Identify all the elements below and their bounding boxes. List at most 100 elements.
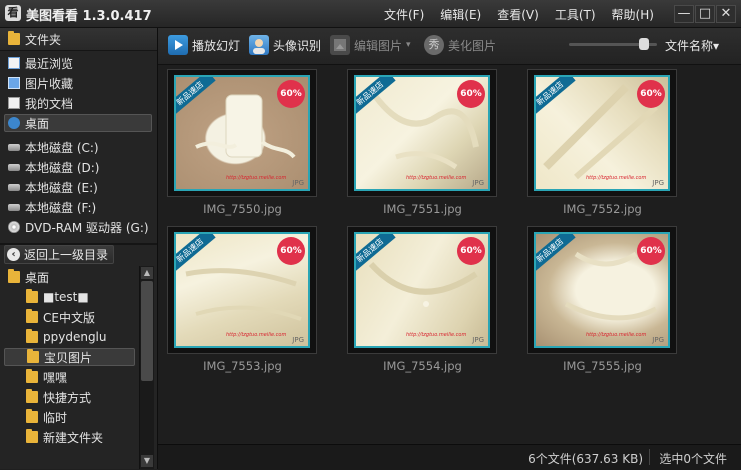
hard-disk-icon — [8, 163, 20, 171]
watermark-text: http://tzgtuo.meilie.com — [406, 175, 467, 181]
thumbnail-frame: 新品速店 60% http://tzgtuo.meilie.com JPG — [347, 226, 497, 354]
folder-icon — [26, 309, 38, 323]
slideshow-button[interactable]: 播放幻灯 — [168, 34, 240, 56]
app-logo-icon: 看 — [5, 5, 21, 21]
thumbnail-item[interactable]: 新品速店 60% http://tzgtuo.meilie.com JPG IM… — [338, 65, 497, 216]
menu-view[interactable]: 查看(V) — [489, 6, 547, 23]
sidebar-item-recent[interactable]: 最近浏览 — [8, 54, 73, 72]
app-title: 美图看看 1.3.0.417 — [26, 9, 152, 24]
back-arrow-icon: ‹ — [7, 248, 20, 261]
product-photo: 新品速店 60% http://tzgtuo.meilie.com JPG — [354, 232, 490, 348]
face-detect-button[interactable]: 头像识别 — [249, 34, 321, 56]
minimize-button[interactable]: — — [674, 5, 694, 23]
close-button[interactable]: ✕ — [716, 5, 736, 23]
recent-icon — [8, 57, 20, 69]
product-photo: 新品速店 60% http://tzgtuo.meilie.com JPG — [534, 232, 670, 348]
tree-item-label: 临时 — [43, 410, 68, 425]
beautify-label: 美化图片 — [448, 38, 497, 53]
back-up-button[interactable]: ‹ 返回上一级目录 — [4, 245, 114, 264]
product-photo: 新品速店 60% http://tzgtuo.meilie.com JPG — [174, 232, 310, 348]
tree-scrollbar[interactable]: ▲ ▼ — [139, 266, 154, 469]
maximize-button[interactable]: □ — [695, 5, 715, 23]
menu-tools[interactable]: 工具(T) — [547, 6, 604, 23]
thumbnail-frame: 新品速店 60% http://tzgtuo.meilie.com JPG — [347, 69, 497, 197]
sidebar: 文件夹 最近浏览 图片收藏 我的文档 桌面 本地磁盘 (C:) 本地磁盘 (D:… — [0, 28, 158, 469]
product-photo: 新品速店 60% http://tzgtuo.meilie.com JPG — [174, 75, 310, 191]
play-icon — [168, 35, 188, 55]
file-type-label: JPG — [292, 179, 304, 187]
menu-edit[interactable]: 编辑(E) — [432, 6, 489, 23]
hard-disk-icon — [8, 203, 20, 211]
tree-item-label: ppydenglu — [43, 330, 107, 344]
folder-icon — [26, 289, 38, 303]
sidebar-item-label: 最近浏览 — [25, 56, 74, 71]
tree-item[interactable]: 快捷方式 — [26, 388, 91, 406]
scroll-up-arrow-icon[interactable]: ▲ — [141, 267, 153, 279]
edit-image-icon — [330, 35, 350, 55]
file-name: IMG_7551.jpg — [383, 202, 462, 216]
back-up-label: 返回上一级目录 — [24, 248, 109, 262]
drive-label: DVD-RAM 驱动器 (G:) — [25, 220, 149, 235]
drive-d[interactable]: 本地磁盘 (D:) — [8, 158, 99, 176]
menu-bar: 文件(F) 编辑(E) 查看(V) 工具(T) 帮助(H) — [376, 6, 662, 23]
edit-image-button[interactable]: 编辑图片 ▾ — [330, 34, 411, 56]
thumbnail-item[interactable]: 新品速店 60% http://tzgtuo.meilie.com JPG IM… — [518, 222, 677, 373]
tree-item[interactable]: 新建文件夹 — [26, 428, 103, 446]
beautify-button[interactable]: 秀 美化图片 — [424, 34, 496, 56]
sidebar-item-documents[interactable]: 我的文档 — [8, 94, 73, 112]
folder-tree: 桌面 ■test■ CE中文版 ppydenglu 宝贝图片 嘿嘿 快捷方式 临… — [0, 266, 139, 470]
tree-item[interactable]: ■test■ — [26, 288, 89, 306]
file-count-status: 6个文件(637.63 KB) — [528, 452, 643, 466]
face-detect-label: 头像识别 — [273, 38, 322, 53]
tree-item-selected[interactable]: 宝贝图片 — [4, 348, 135, 366]
tree-item[interactable]: ppydenglu — [26, 328, 107, 346]
drive-c[interactable]: 本地磁盘 (C:) — [8, 138, 99, 156]
sort-dropdown[interactable]: 文件名称▾ — [665, 37, 719, 54]
menu-file[interactable]: 文件(F) — [376, 6, 432, 23]
dvd-drive-icon — [8, 221, 20, 233]
product-photo: 新品速店 60% http://tzgtuo.meilie.com JPG — [354, 75, 490, 191]
tree-item-label: 宝贝图片 — [44, 350, 93, 365]
drive-g[interactable]: DVD-RAM 驱动器 (G:) — [8, 218, 149, 236]
sidebar-item-favorites[interactable]: 图片收藏 — [8, 74, 73, 92]
folder-icon — [27, 349, 39, 363]
hard-disk-icon — [8, 143, 20, 151]
thumbnail-item[interactable]: 新品速店 60% http://tzgtuo.meilie.com JPG IM… — [338, 222, 497, 373]
drive-label: 本地磁盘 (E:) — [25, 180, 98, 195]
beautify-icon: 秀 — [424, 35, 444, 55]
scroll-thumb[interactable] — [141, 281, 153, 381]
drive-f[interactable]: 本地磁盘 (F:) — [8, 198, 96, 216]
sidebar-item-label: 图片收藏 — [25, 76, 74, 91]
folder-open-icon — [8, 269, 20, 283]
product-photo: 新品速店 60% http://tzgtuo.meilie.com JPG — [534, 75, 670, 191]
tree-item[interactable]: CE中文版 — [26, 308, 95, 326]
thumbnail-item[interactable]: 新品速店 60% http://tzgtuo.meilie.com JPG IM… — [158, 65, 317, 216]
drive-label: 本地磁盘 (C:) — [25, 140, 99, 155]
tree-item[interactable]: 嘿嘿 — [26, 368, 67, 386]
menu-help[interactable]: 帮助(H) — [604, 6, 662, 23]
drive-label: 本地磁盘 (D:) — [25, 160, 100, 175]
watermark-text: http://tzgtuo.meilie.com — [586, 175, 647, 181]
folder-icon — [26, 329, 38, 343]
sidebar-item-desktop[interactable]: 桌面 — [4, 114, 152, 132]
title-bar: 看 美图看看 1.3.0.417 文件(F) 编辑(E) 查看(V) 工具(T)… — [0, 0, 741, 28]
file-type-label: JPG — [652, 179, 664, 187]
folder-icon — [26, 369, 38, 383]
watermark-text: http://tzgtuo.meilie.com — [226, 332, 287, 338]
folders-header-label: 文件夹 — [25, 32, 62, 47]
drive-e[interactable]: 本地磁盘 (E:) — [8, 178, 98, 196]
tree-item-label: 嘿嘿 — [43, 370, 68, 385]
folders-header[interactable]: 文件夹 — [8, 30, 61, 48]
sidebar-item-label: 我的文档 — [25, 96, 74, 111]
sale-badge: 60% — [277, 237, 305, 265]
slider-knob[interactable] — [639, 38, 649, 50]
watermark-text: http://tzgtuo.meilie.com — [406, 332, 467, 338]
thumbnail-item[interactable]: 新品速店 60% http://tzgtuo.meilie.com JPG IM… — [518, 65, 677, 216]
tree-item[interactable]: 桌面 — [8, 268, 49, 286]
tree-item[interactable]: 临时 — [26, 408, 67, 426]
thumbnail-item[interactable]: 新品速店 60% http://tzgtuo.meilie.com JPG IM… — [158, 222, 317, 373]
toolbar: 播放幻灯 头像识别 编辑图片 ▾ 秀 美化图片 文件名称▾ — [158, 28, 741, 65]
zoom-slider[interactable] — [569, 34, 659, 54]
status-bar: 6个文件(637.63 KB) 选中0个文件 — [158, 444, 741, 470]
scroll-down-arrow-icon[interactable]: ▼ — [141, 455, 153, 467]
